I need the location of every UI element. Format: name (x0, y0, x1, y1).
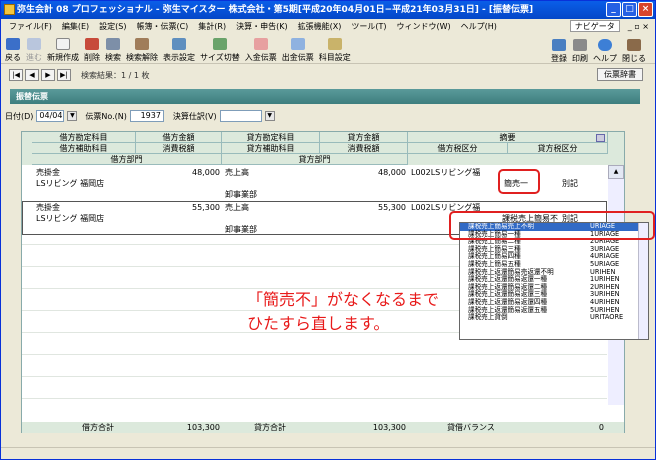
first-record-button[interactable]: |◀ (9, 69, 23, 81)
search-button[interactable]: 検索 (105, 38, 121, 63)
grid-header: 借方勘定科目 借方金額 貸方勘定科目 貸方金額 摘要 借方補助科目 消費税額 貸… (22, 132, 624, 165)
search-results: 検索結果：1 / 1 枚 (81, 70, 150, 80)
receipt-slip-button[interactable]: 入金伝票 (245, 38, 277, 63)
back-icon (6, 38, 20, 50)
size-toggle-icon (212, 38, 227, 50)
menu-tools[interactable]: ツール(T) (351, 21, 386, 32)
menu-extension[interactable]: 拡張機能(X) (298, 21, 342, 32)
toolbar: 戻る 進む 新規作成 削除 検索 検索解除 表示設定 サイズ切替 入金伝票 出金… (1, 34, 655, 64)
highlight-box (498, 169, 540, 194)
delete-button[interactable]: 削除 (84, 38, 100, 63)
dropdown-option[interactable]: 課税売上貸倒 URITAORE (460, 313, 648, 322)
col-credit-amount: 貸方金額 (320, 132, 408, 143)
totals-row: 借方合計 103,300 貸方合計 103,300 貸借バランス 0 (22, 422, 624, 433)
register-icon (552, 39, 566, 51)
payment-slip-button[interactable]: 出金伝票 (282, 38, 314, 63)
menu-settings[interactable]: 設定(S) (99, 21, 126, 32)
close-door-icon (627, 39, 641, 51)
menu-edit[interactable]: 編集(E) (62, 21, 89, 32)
col-credit-dept: 貸方部門 (222, 154, 408, 165)
window-title: 弥生会計 08 プロフェッショナル - 弥生マイスター 株式会社・第5期[平成2… (17, 5, 534, 15)
form-title: 振替伝票 (10, 89, 640, 104)
title-bar: 弥生会計 08 プロフェッショナル - 弥生マイスター 株式会社・第5期[平成2… (1, 1, 655, 19)
col-debit-amount: 借方金額 (136, 132, 222, 143)
memo-toggle-icon[interactable] (596, 134, 605, 142)
last-record-button[interactable]: ▶| (57, 69, 71, 81)
col-debit-tax: 消費税額 (136, 143, 222, 154)
record-navigation: |◀ ◀ ▶ ▶| 検索結果：1 / 1 枚 伝票辞書 (9, 68, 643, 82)
col-debit-account: 借方勘定科目 (32, 132, 136, 143)
status-bar (1, 447, 655, 459)
col-debit-dept: 借方部門 (32, 154, 222, 165)
new-icon (56, 38, 70, 50)
menu-file[interactable]: ファイル(F) (9, 21, 52, 32)
display-settings-icon (172, 38, 186, 50)
app-window: 弥生会計 08 プロフェッショナル - 弥生マイスター 株式会社・第5期[平成2… (0, 0, 656, 460)
search-icon (106, 38, 120, 50)
print-icon (573, 39, 587, 51)
account-settings-icon (327, 38, 342, 50)
forward-button[interactable]: 進む (26, 38, 42, 63)
slip-header-inputs: 日付(D) 04/04 ▼ 伝票No.(N) 1937 決算仕訳(V) ▼ (5, 109, 645, 123)
new-button[interactable]: 新規作成 (47, 38, 79, 63)
size-toggle-button[interactable]: サイズ切替 (200, 38, 240, 63)
clear-search-button[interactable]: 検索解除 (126, 38, 158, 63)
date-input[interactable]: 04/04 (36, 110, 65, 122)
maximize-button[interactable]: □ (622, 2, 637, 17)
account-settings-button[interactable]: 科目設定 (319, 38, 351, 63)
mdi-controls[interactable]: _ ▫ × (628, 22, 649, 31)
print-button[interactable]: 印刷 (572, 39, 588, 64)
prev-record-button[interactable]: ◀ (25, 69, 39, 81)
navigator-area: ナビゲータ _ ▫ × (569, 19, 649, 33)
slip-no-label: 伝票No.(N) (85, 111, 127, 121)
grid-line (22, 354, 607, 355)
display-settings-button[interactable]: 表示設定 (163, 38, 195, 63)
col-credit-sub: 貸方補助科目 (222, 143, 320, 154)
delete-icon (85, 38, 99, 50)
register-button[interactable]: 登録 (551, 39, 567, 64)
next-record-button[interactable]: ▶ (41, 69, 55, 81)
forward-icon (27, 38, 41, 50)
grid-line (22, 398, 607, 399)
dropdown-scrollbar[interactable] (638, 223, 648, 339)
menu-closing[interactable]: 決算・申告(K) (236, 21, 288, 32)
menu-help[interactable]: ヘルプ(H) (461, 21, 497, 32)
date-dropdown-icon[interactable]: ▼ (67, 111, 78, 121)
settle-label: 決算仕訳(V) (172, 111, 217, 121)
receipt-slip-icon (253, 38, 268, 50)
app-icon (4, 4, 15, 15)
minimize-button[interactable]: _ (606, 2, 621, 17)
help-button[interactable]: ヘルプ (593, 39, 617, 64)
menu-bar: ファイル(F) 編集(E) 設定(S) 帳簿・伝票(C) 集計(R) 決算・申告… (1, 19, 655, 33)
col-credit-account: 貸方勘定科目 (222, 132, 320, 143)
menu-window[interactable]: ウィンドウ(W) (396, 21, 450, 32)
col-debit-tax-kbn: 借方税区分 (408, 143, 508, 154)
payment-slip-icon (290, 38, 305, 50)
col-debit-sub: 借方補助科目 (32, 143, 136, 154)
settle-select[interactable] (219, 110, 262, 122)
help-icon (598, 39, 612, 51)
highlight-box (449, 211, 655, 240)
slip-no-input[interactable]: 1937 (129, 110, 164, 122)
back-button[interactable]: 戻る (5, 38, 21, 63)
close-form-button[interactable]: 閉じる (622, 39, 646, 64)
date-label: 日付(D) (5, 111, 34, 121)
clear-search-icon (135, 38, 149, 50)
menu-books[interactable]: 帳簿・伝票(C) (136, 21, 188, 32)
col-credit-tax-kbn: 貸方税区分 (508, 143, 608, 154)
slip-dictionary-button[interactable]: 伝票辞書 (597, 68, 643, 81)
close-button[interactable]: × (638, 2, 653, 17)
col-credit-tax: 消費税額 (320, 143, 408, 154)
grid-line (22, 376, 607, 377)
navigator-button[interactable]: ナビゲータ (569, 20, 620, 32)
col-memo: 摘要 (408, 132, 608, 143)
scroll-up-icon[interactable]: ▲ (608, 165, 624, 179)
settle-dropdown-icon[interactable]: ▼ (264, 111, 275, 121)
menu-summary[interactable]: 集計(R) (198, 21, 226, 32)
annotation-text: 「簡売不」がなくなるまで ひたすら直します。 (247, 290, 440, 333)
